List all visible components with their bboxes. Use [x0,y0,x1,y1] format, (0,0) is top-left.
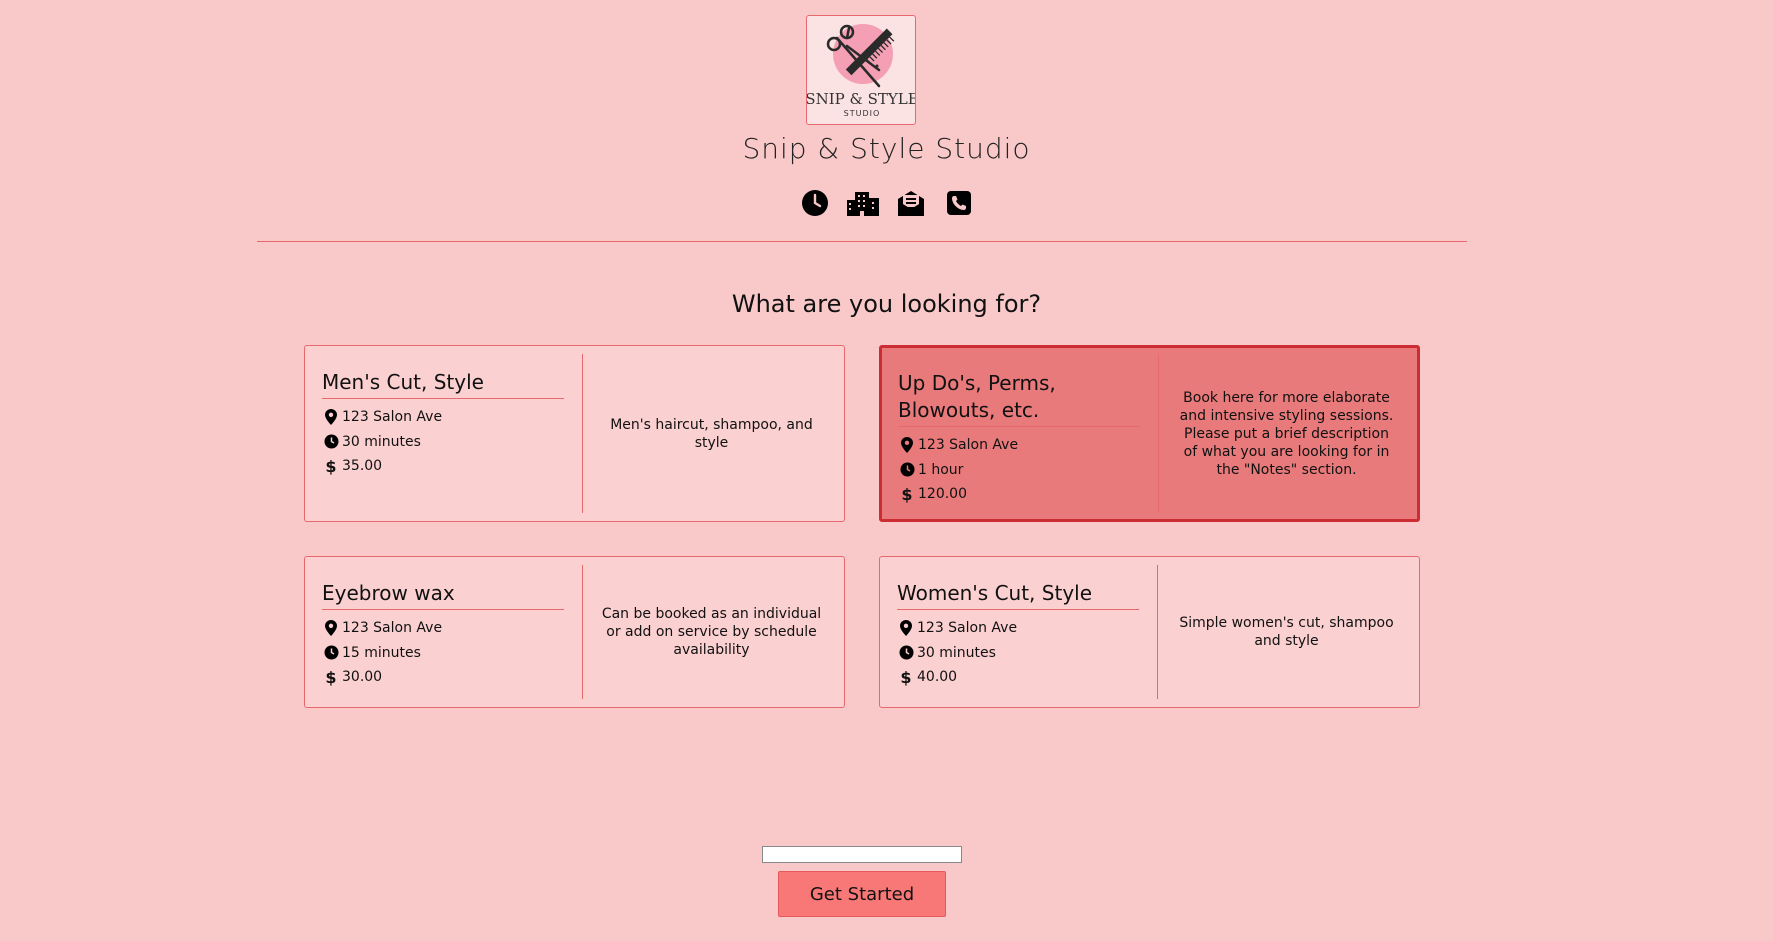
envelope-icon[interactable] [894,186,928,220]
service-card-eyebrow-wax[interactable]: Eyebrow wax 123 Salon Ave 15 minutes $30… [304,556,845,708]
service-location: 123 Salon Ave [918,437,1019,454]
service-card-updos[interactable]: Up Do's, Perms, Blowouts, etc. 123 Salon… [879,345,1420,522]
service-price: 120.00 [918,486,967,503]
location-pin-icon [898,437,916,454]
service-price: 30.00 [342,669,383,686]
dollar-icon: $ [901,484,913,504]
service-description: Book here for more elaborate and intensi… [1179,389,1394,478]
clock-icon [897,645,915,660]
get-started-button[interactable]: Get Started [778,871,946,917]
service-price: 40.00 [917,669,958,686]
service-description: Can be booked as an individual or add on… [601,606,822,658]
service-duration: 1 hour [918,461,964,478]
service-title: Men's Cut, Style [322,354,564,399]
clock-icon [898,462,916,477]
svg-text:STUDIO: STUDIO [844,109,881,118]
svg-text:SNIP & STYLE: SNIP & STYLE [807,90,916,108]
clock-icon [322,645,340,660]
location-pin-icon [897,620,915,637]
service-duration: 30 minutes [917,644,996,661]
service-location: 123 Salon Ave [342,409,443,426]
scissors-comb-icon: SNIP & STYLE STUDIO [807,24,916,118]
service-card-mens-cut[interactable]: Men's Cut, Style 123 Salon Ave 30 minute… [304,345,845,522]
dollar-icon: $ [325,667,337,687]
service-card-womens-cut[interactable]: Women's Cut, Style 123 Salon Ave 30 minu… [879,556,1420,708]
service-title: Up Do's, Perms, Blowouts, etc. [898,355,1140,427]
dollar-icon: $ [900,667,912,687]
service-location: 123 Salon Ave [917,620,1018,637]
location-pin-icon [322,409,340,426]
dollar-icon: $ [325,456,337,476]
page-heading: What are you looking for? [731,290,1042,318]
service-description: Men's haircut, shampoo, and style [610,416,813,451]
studio-logo: SNIP & STYLE STUDIO [806,15,916,125]
studio-name: Snip & Style Studio [742,132,1031,165]
service-duration: 15 minutes [342,644,421,661]
contact-icon-bar [0,186,1773,220]
service-duration: 30 minutes [342,433,421,450]
phone-icon[interactable] [942,186,976,220]
booking-input[interactable] [762,846,962,863]
service-location: 123 Salon Ave [342,620,443,637]
location-pin-icon [322,620,340,637]
service-title: Eyebrow wax [322,565,564,610]
clock-icon [322,434,340,449]
header-divider [257,241,1467,242]
building-icon[interactable] [846,186,880,220]
service-title: Women's Cut, Style [897,565,1139,610]
clock-icon[interactable] [798,186,832,220]
service-price: 35.00 [342,458,383,475]
service-description: Simple women's cut, shampoo and style [1179,615,1394,649]
